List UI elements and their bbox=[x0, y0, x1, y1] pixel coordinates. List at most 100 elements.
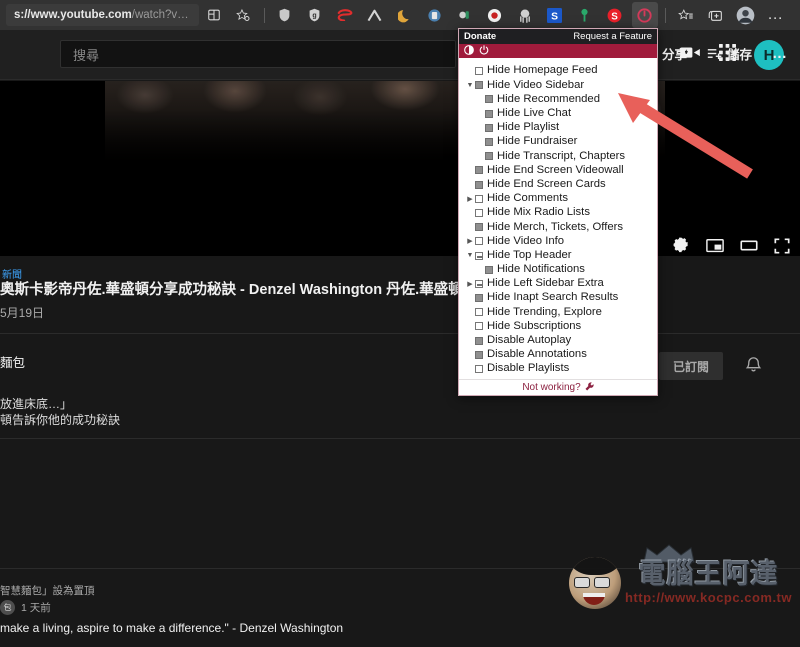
option-checkbox[interactable] bbox=[485, 123, 493, 132]
option-label: Hide Transcript, Chapters bbox=[497, 149, 626, 162]
collections-icon[interactable] bbox=[201, 2, 227, 28]
search-input[interactable]: 搜尋 bbox=[60, 40, 456, 68]
option-checkbox[interactable] bbox=[475, 81, 483, 90]
donate-link[interactable]: Donate bbox=[464, 31, 496, 42]
option-checkbox[interactable] bbox=[485, 265, 493, 274]
option-checkbox[interactable] bbox=[475, 166, 483, 175]
popup-option-row[interactable]: ▶ Hide Left Sidebar Extra bbox=[465, 277, 657, 291]
wrench-icon[interactable] bbox=[585, 381, 594, 394]
option-checkbox[interactable] bbox=[475, 223, 483, 232]
video-publish-date: 5月19日 bbox=[0, 306, 45, 320]
theater-mode-icon[interactable] bbox=[740, 238, 758, 256]
popup-option-row[interactable]: Hide End Screen Videowall bbox=[465, 163, 657, 177]
option-checkbox[interactable] bbox=[485, 109, 493, 118]
comment-meta-row: 包 1 天前 bbox=[0, 600, 51, 615]
option-label: Hide Merch, Tickets, Offers bbox=[487, 220, 624, 233]
option-checkbox[interactable] bbox=[475, 294, 483, 303]
browser-more-icon[interactable]: … bbox=[763, 2, 789, 28]
option-label: Hide End Screen Videowall bbox=[487, 163, 624, 176]
clipboard-extension-icon[interactable] bbox=[452, 2, 478, 28]
popup-option-row[interactable]: Hide Mix Radio Lists bbox=[465, 206, 657, 220]
option-checkbox[interactable] bbox=[475, 336, 483, 345]
nordvpn-extension-icon[interactable] bbox=[362, 2, 388, 28]
option-checkbox[interactable] bbox=[485, 138, 493, 147]
popup-option-row[interactable]: ▼ Hide Top Header bbox=[465, 248, 657, 262]
popup-footer[interactable]: Not working? bbox=[459, 379, 657, 395]
octopus-extension-icon[interactable] bbox=[512, 2, 538, 28]
popup-option-row[interactable]: Hide Inapt Search Results bbox=[465, 291, 657, 305]
video-player[interactable]: 我期望 I pray that Wisdom Bread 智慧麵包 bbox=[0, 81, 800, 256]
option-checkbox[interactable] bbox=[475, 251, 483, 260]
option-label: Disable Playlists bbox=[487, 362, 570, 375]
option-checkbox[interactable] bbox=[475, 194, 483, 203]
popup-option-row[interactable]: Hide Playlist bbox=[475, 121, 657, 135]
subscribe-button[interactable]: 已訂閱 bbox=[658, 352, 723, 380]
fullscreen-icon[interactable] bbox=[774, 237, 790, 257]
notification-bell-icon[interactable] bbox=[745, 355, 762, 378]
settings-gear-icon[interactable] bbox=[673, 237, 690, 256]
option-label: Hide Inapt Search Results bbox=[487, 291, 619, 304]
expander-closed-icon[interactable]: ▶ bbox=[465, 280, 475, 288]
option-checkbox[interactable] bbox=[475, 322, 483, 331]
profile-avatar[interactable] bbox=[733, 2, 759, 28]
userscript-extension-icon[interactable] bbox=[422, 2, 448, 28]
unhook-extension-icon[interactable] bbox=[631, 2, 658, 28]
key-extension-icon[interactable] bbox=[572, 2, 598, 28]
unhook-extension-popup[interactable]: Donate Request a Feature Hide Homepage F… bbox=[458, 28, 658, 396]
popup-option-row[interactable]: Disable Playlists bbox=[465, 362, 657, 376]
option-label: Hide Comments bbox=[487, 192, 568, 205]
popup-option-row[interactable]: Hide Notifications bbox=[475, 263, 657, 277]
watermark-text: 電腦王阿達 http://www.kocpc.com.tw bbox=[625, 561, 792, 605]
tab-collections-icon[interactable] bbox=[703, 2, 729, 28]
popup-option-row[interactable]: Hide Recommended bbox=[475, 92, 657, 106]
popup-option-row[interactable]: Hide Fundraiser bbox=[475, 135, 657, 149]
option-checkbox[interactable] bbox=[475, 208, 483, 217]
option-checkbox[interactable] bbox=[485, 95, 493, 104]
popup-option-row[interactable]: Hide End Screen Cards bbox=[465, 178, 657, 192]
comment-avatar[interactable]: 包 bbox=[0, 600, 15, 615]
miniplayer-icon[interactable] bbox=[706, 238, 724, 256]
share-label: 分享 bbox=[661, 48, 687, 62]
popup-option-row[interactable]: Hide Merch, Tickets, Offers bbox=[465, 220, 657, 234]
option-checkbox[interactable] bbox=[475, 67, 483, 76]
s-blue-extension-icon[interactable]: S bbox=[542, 2, 568, 28]
address-bar[interactable]: s://www.youtube.com/watch?v… bbox=[6, 4, 199, 26]
expander-open-icon[interactable]: ▼ bbox=[465, 252, 475, 259]
option-checkbox[interactable] bbox=[475, 180, 483, 189]
popup-option-row[interactable]: Hide Live Chat bbox=[475, 107, 657, 121]
popup-option-row[interactable]: Disable Annotations bbox=[465, 348, 657, 362]
popup-option-row[interactable]: Hide Homepage Feed bbox=[465, 64, 657, 78]
option-checkbox[interactable] bbox=[475, 279, 483, 288]
popup-option-row[interactable]: ▶ Hide Comments bbox=[465, 192, 657, 206]
search-placeholder: 搜尋 bbox=[73, 47, 100, 63]
screenshot-root: s://www.youtube.com/watch?v… g S S … 搜尋 … bbox=[0, 0, 800, 647]
popup-option-row[interactable]: Hide Subscriptions bbox=[465, 319, 657, 333]
request-feature-link[interactable]: Request a Feature bbox=[573, 31, 652, 42]
shield-extension-icon[interactable] bbox=[272, 2, 298, 28]
expander-closed-icon[interactable]: ▶ bbox=[465, 195, 475, 203]
option-checkbox[interactable] bbox=[475, 237, 483, 246]
channel-name[interactable]: 麵包 bbox=[0, 352, 25, 371]
record-extension-icon[interactable] bbox=[482, 2, 508, 28]
popup-option-row[interactable]: Hide Transcript, Chapters bbox=[475, 149, 657, 163]
expander-closed-icon[interactable]: ▶ bbox=[465, 237, 475, 245]
popup-option-row[interactable]: Hide Trending, Explore bbox=[465, 305, 657, 319]
ebates-extension-icon[interactable] bbox=[332, 2, 358, 28]
popup-option-row[interactable]: Disable Autoplay bbox=[465, 334, 657, 348]
popup-option-row[interactable]: ▼ Hide Video Sidebar bbox=[465, 78, 657, 92]
option-checkbox[interactable] bbox=[475, 365, 483, 374]
option-label: Hide Mix Radio Lists bbox=[487, 206, 590, 219]
option-checkbox[interactable] bbox=[475, 308, 483, 317]
moon-extension-icon[interactable] bbox=[392, 2, 418, 28]
s-red-extension-icon[interactable]: S bbox=[602, 2, 628, 28]
more-actions-button[interactable]: … bbox=[772, 45, 788, 62]
option-checkbox[interactable] bbox=[475, 350, 483, 359]
expander-open-icon[interactable]: ▼ bbox=[465, 82, 475, 89]
favorites-star-icon[interactable] bbox=[231, 2, 257, 28]
popup-option-row[interactable]: ▶ Hide Video Info bbox=[465, 234, 657, 248]
save-label: 儲存 bbox=[726, 48, 752, 62]
save-button[interactable]: 儲存 bbox=[707, 44, 752, 63]
option-checkbox[interactable] bbox=[485, 152, 493, 161]
add-favorite-icon[interactable] bbox=[673, 2, 699, 28]
grammarly-extension-icon[interactable]: g bbox=[302, 2, 328, 28]
